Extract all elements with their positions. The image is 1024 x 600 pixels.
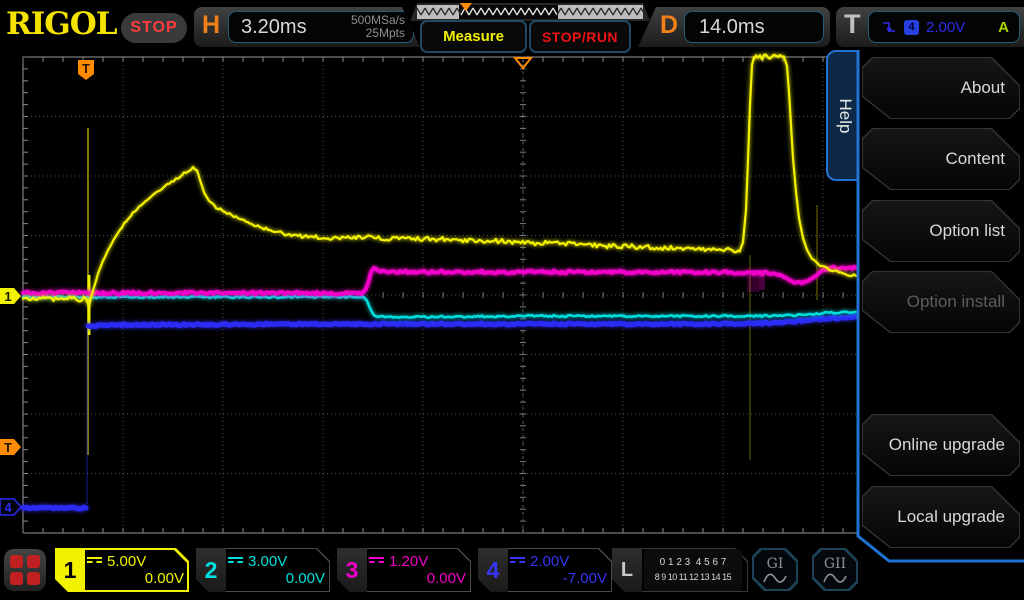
trigger-position-marker[interactable]: T [78, 60, 94, 80]
trace-ch1 [23, 55, 856, 307]
channel-scale: 1.20V [389, 553, 428, 570]
svg-text:1: 1 [4, 289, 11, 304]
svg-text:T: T [82, 61, 90, 76]
sidebar-button-content[interactable]: Content [862, 128, 1020, 190]
svg-text:T: T [4, 440, 12, 455]
sidebar-button-label: Option list [863, 201, 1019, 261]
dc-coupling-icon [369, 557, 384, 567]
sidebar-panel: About Content Option list Option install Onl… [857, 50, 1024, 561]
channel-offset: 0.00V [87, 570, 184, 587]
channel-scale: 2.00V [530, 553, 569, 570]
trigger-level-marker[interactable]: T [0, 439, 21, 455]
sidebar-button-local-upgrade[interactable]: Local upgrade [862, 486, 1020, 548]
generator-label: GII [824, 556, 846, 572]
channel-4-ground-marker[interactable]: 4 [0, 499, 21, 515]
sidebar-button-option-install: Option install [862, 271, 1020, 333]
channel-box-1[interactable]: 1 5.00V0.00V [55, 548, 189, 592]
channel-box-2[interactable]: 2 3.00V0.00V [196, 548, 330, 592]
logic-row-2: 8 9 10 11 12 13 14 15 [644, 570, 742, 584]
sidebar-button-label: About [863, 58, 1019, 118]
sidebar-button-label: Local upgrade [863, 487, 1019, 547]
channel-offset: 0.00V [369, 570, 466, 587]
logic-channels-box[interactable]: L 0 1 2 3 4 5 6 7 8 9 10 11 12 13 14 15 [612, 548, 748, 592]
svg-text:4: 4 [4, 500, 12, 515]
sine-icon [763, 573, 787, 584]
channel-number: 2 [196, 548, 226, 592]
channel-number: 4 [478, 548, 508, 592]
sidebar-button-label: Online upgrade [863, 415, 1019, 475]
channel-scale: 5.00V [107, 553, 146, 570]
help-tab-label: Help [835, 98, 855, 133]
channel-box-4[interactable]: 4 2.00V-7.00V [478, 548, 612, 592]
oscilloscope-screen: T1T4 RIGOL STOP H 3.20ms 500MSa/s 25Mpts… [0, 0, 1024, 600]
channel-scale: 3.00V [248, 553, 287, 570]
sidebar-button-option-list[interactable]: Option list [862, 200, 1020, 262]
generator-label: GI [767, 556, 784, 572]
sidebar-button-about[interactable]: About [862, 57, 1020, 119]
dc-coupling-icon [87, 557, 102, 567]
menu-button[interactable] [4, 549, 46, 591]
trace-ch4-pre-trigger [23, 507, 86, 509]
sine-icon [823, 573, 847, 584]
channel-box-3[interactable]: 3 1.20V0.00V [337, 548, 471, 592]
dc-coupling-icon [228, 557, 243, 567]
channel-number: 1 [55, 548, 85, 592]
sidebar-button-label: Content [863, 129, 1019, 189]
sidebar-button-online-upgrade[interactable]: Online upgrade [862, 414, 1020, 476]
trace-ch3 [23, 267, 856, 295]
channel-1-ground-marker[interactable]: 1 [0, 288, 21, 304]
logic-row-1: 0 1 2 3 4 5 6 7 [644, 556, 742, 570]
generator-button-gi[interactable]: GI [752, 548, 798, 591]
logic-digit-list: 0 1 2 3 4 5 6 7 8 9 10 11 12 13 14 15 [644, 549, 742, 591]
channel-offset: 0.00V [228, 570, 325, 587]
dc-coupling-icon [510, 557, 525, 567]
sidebar-button-label: Option install [863, 272, 1019, 332]
trace-ch2 [23, 296, 856, 318]
menu-grid-icon [10, 555, 40, 585]
logic-label: L [612, 548, 642, 592]
generator-button-gii[interactable]: GII [812, 548, 858, 591]
channel-number: 3 [337, 548, 367, 592]
channel-offset: -7.00V [510, 570, 607, 587]
